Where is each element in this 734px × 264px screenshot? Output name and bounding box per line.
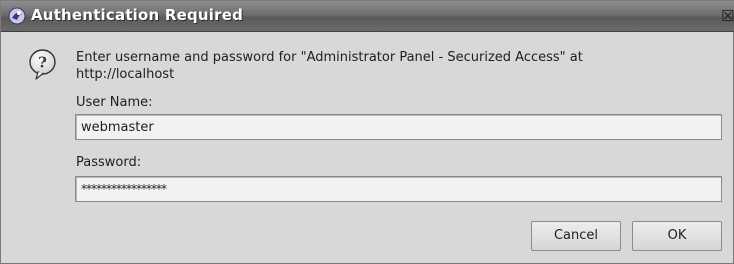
username-label: User Name: [76,95,153,110]
app-logo-icon [8,7,26,25]
title-bar[interactable]: Authentication Required ☒ [1,1,734,32]
question-icon: ? [29,49,56,80]
auth-message: Enter username and password for "Adminis… [76,50,583,82]
password-label: Password: [76,155,142,170]
auth-dialog-window: Authentication Required ☒ ? Enter userna… [0,0,734,264]
close-icon[interactable]: ☒ [721,9,734,24]
password-input[interactable] [75,176,722,202]
svg-text:?: ? [38,54,47,72]
username-input[interactable] [75,114,722,140]
cancel-button[interactable]: Cancel [531,221,621,251]
window-title: Authentication Required [31,6,244,24]
ok-button[interactable]: OK [632,221,722,251]
